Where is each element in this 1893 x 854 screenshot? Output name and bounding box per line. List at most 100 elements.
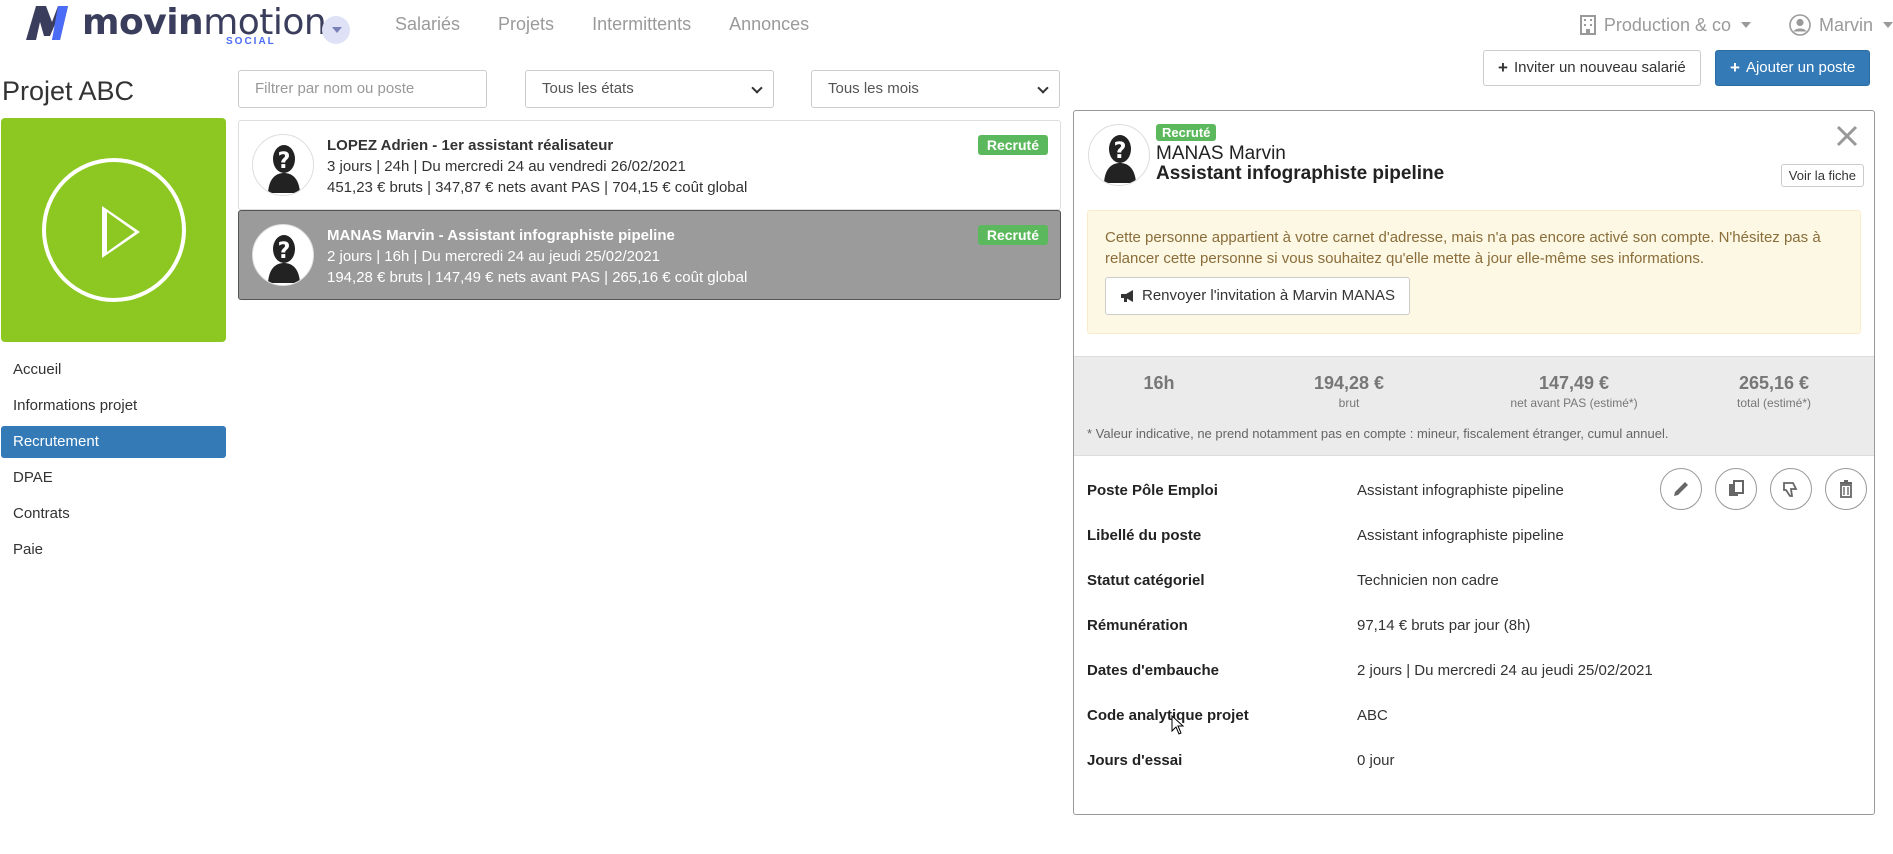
duplicate-button[interactable] (1715, 468, 1757, 510)
sidebar-item-contrats[interactable]: Contrats (1, 498, 226, 530)
state-select-value: Tous les états (542, 80, 634, 97)
card-dates: 2 jours | 16h | Du mercredi 24 au jeudi … (327, 248, 661, 265)
chevron-down-icon (751, 82, 763, 94)
detail-row: Poste Pôle Emploi Assistant infographist… (1087, 468, 1867, 513)
state-select[interactable]: Tous les états (525, 70, 774, 108)
unknown-person-avatar-icon: ? (252, 134, 314, 196)
sidebar-item-dpae[interactable]: DPAE (1, 462, 226, 494)
nav-link-salaries[interactable]: Salariés (395, 14, 460, 35)
card-title: MANAS Marvin - Assistant infographiste p… (327, 227, 675, 244)
nav-link-projets[interactable]: Projets (498, 14, 554, 35)
main-nav: Salariés Projets Intermittents Annonces (395, 14, 809, 35)
row-actions (1660, 468, 1867, 510)
detail-value: Assistant infographiste pipeline (1357, 482, 1564, 499)
detail-key: Poste Pôle Emploi (1087, 482, 1218, 499)
detail-row: Rémunération 97,14 € bruts par jour (8h) (1087, 603, 1867, 648)
building-icon (1579, 15, 1596, 35)
user-avatar-icon (1789, 14, 1811, 36)
search-input[interactable]: Filtrer par nom ou poste (238, 70, 487, 108)
chevron-down-icon (332, 27, 342, 33)
detail-row: Jours d'essai 0 jour (1087, 738, 1867, 783)
user-menu[interactable]: Marvin (1789, 14, 1893, 36)
employee-role: Assistant infographiste pipeline (1156, 163, 1445, 184)
employee-name: MANAS Marvin (1156, 143, 1286, 164)
month-select-value: Tous les mois (828, 80, 919, 97)
cost-summary: 16h 194,28 € brut 147,49 € net avant PAS… (1074, 356, 1874, 456)
unknown-person-avatar-icon: ? (252, 224, 314, 286)
detail-value: ABC (1357, 707, 1388, 724)
stat-total: 265,16 € total (estimé*) (1736, 373, 1812, 410)
card-title: LOPEZ Adrien - 1er assistant réalisateur (327, 137, 614, 154)
stat-net: 147,49 € net avant PAS (estimé*) (1510, 373, 1638, 410)
resend-invitation-button[interactable]: Renvoyer l'invitation à Marvin MANAS (1105, 277, 1410, 315)
play-icon (41, 158, 186, 302)
add-position-button[interactable]: + Ajouter un poste (1715, 50, 1871, 86)
detail-value: 2 jours | Du mercredi 24 au jeudi 25/02/… (1357, 662, 1653, 679)
edit-button[interactable] (1660, 468, 1702, 510)
plus-icon: + (1730, 58, 1740, 77)
alert-message: Cette personne appartient à votre carnet… (1105, 229, 1821, 267)
month-select[interactable]: Tous les mois (811, 70, 1060, 108)
sidebar-item-informations-projet[interactable]: Informations projet (1, 390, 226, 422)
stat-hours: 16h (1143, 373, 1175, 393)
detail-value: 97,14 € bruts par jour (8h) (1357, 617, 1531, 634)
invite-employee-label: Inviter un nouveau salarié (1513, 59, 1686, 76)
detail-key: Dates d'embauche (1087, 662, 1219, 679)
company-menu[interactable]: Production & co (1579, 15, 1751, 36)
detail-row: Libellé du poste Assistant infographiste… (1087, 513, 1867, 558)
detail-key: Libellé du poste (1087, 527, 1202, 544)
detail-key: Rémunération (1087, 617, 1188, 634)
project-title: Projet ABC (2, 76, 135, 106)
mouse-cursor-icon (1171, 715, 1185, 735)
trash-icon (1840, 480, 1852, 498)
sidebar-item-paie[interactable]: Paie (1, 534, 226, 566)
megaphone-icon (1121, 290, 1133, 302)
position-details: Poste Pôle Emploi Assistant infographist… (1087, 468, 1867, 783)
brand-logo[interactable]: movinmotion SOCIAL (26, 2, 327, 48)
unknown-person-avatar-icon: ? (1088, 124, 1150, 186)
card-dates: 3 jours | 24h | Du mercredi 24 au vendre… (327, 158, 686, 175)
top-navbar: movinmotion SOCIAL Salariés Projets Inte… (0, 0, 1893, 52)
detail-panel: ? Recruté MANAS Marvin Assistant infogra… (1073, 110, 1875, 815)
detail-value: Technicien non cadre (1357, 572, 1499, 589)
resend-invitation-label: Renvoyer l'invitation à Marvin MANAS (1142, 287, 1395, 304)
plus-icon: + (1498, 58, 1508, 77)
recruit-card-manas[interactable]: ? MANAS Marvin - Assistant infographiste… (238, 210, 1061, 300)
edit-icon (1674, 482, 1688, 496)
project-sidebar: Accueil Informations projet Recrutement … (1, 354, 226, 570)
stat-gross: 194,28 € brut (1313, 373, 1385, 410)
logo-wordmark: movinmotion (82, 2, 327, 43)
svg-text:?: ? (278, 149, 291, 174)
detail-key: Code analytique projet (1087, 707, 1249, 724)
recruit-card-lopez[interactable]: ? LOPEZ Adrien - 1er assistant réalisate… (238, 120, 1061, 210)
project-tile[interactable] (1, 118, 226, 342)
nav-link-annonces[interactable]: Annonces (729, 14, 809, 35)
svg-text:?: ? (278, 239, 291, 264)
user-name: Marvin (1818, 14, 1873, 35)
view-profile-button[interactable]: Voir la fiche (1780, 164, 1864, 187)
invite-employee-button[interactable]: + Inviter un nouveau salarié (1483, 50, 1701, 86)
detail-value: 0 jour (1357, 752, 1395, 769)
card-costs: 194,28 € bruts | 147,49 € nets avant PAS… (327, 269, 748, 286)
logo-mark-icon (26, 6, 68, 40)
svg-text:?: ? (1114, 139, 1127, 164)
sidebar-item-accueil[interactable]: Accueil (1, 354, 226, 386)
app-switcher-dropdown[interactable] (322, 16, 350, 44)
sidebar-item-recrutement[interactable]: Recrutement (1, 426, 226, 458)
account-not-activated-alert: Cette personne appartient à votre carnet… (1087, 210, 1861, 334)
status-badge: Recruté (1156, 124, 1217, 141)
chevron-down-icon (1883, 22, 1893, 28)
reject-button[interactable] (1770, 468, 1812, 510)
close-icon[interactable] (1834, 123, 1860, 149)
add-position-label: Ajouter un poste (1745, 59, 1856, 76)
detail-value: Assistant infographiste pipeline (1357, 527, 1564, 544)
nav-right: Production & co Marvin (1579, 14, 1893, 36)
detail-row: Code analytique projet ABC (1087, 693, 1867, 738)
detail-key: Statut catégoriel (1087, 572, 1205, 589)
nav-link-intermittents[interactable]: Intermittents (592, 14, 691, 35)
card-costs: 451,23 € bruts | 347,87 € nets avant PAS… (327, 179, 748, 196)
duplicate-icon (1729, 480, 1744, 496)
detail-row: Statut catégoriel Technicien non cadre (1087, 558, 1867, 603)
detail-row: Dates d'embauche 2 jours | Du mercredi 2… (1087, 648, 1867, 693)
delete-button[interactable] (1825, 468, 1867, 510)
